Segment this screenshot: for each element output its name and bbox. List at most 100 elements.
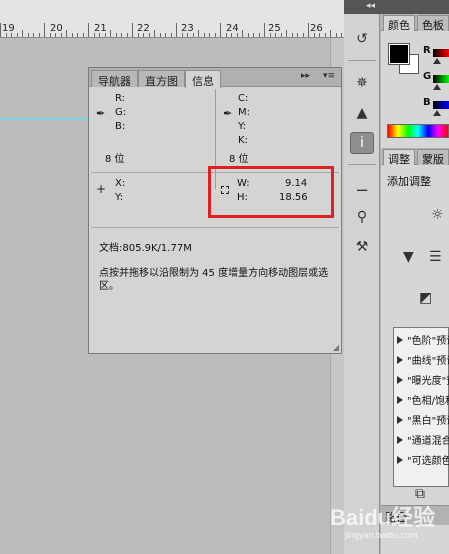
clone-source-icon[interactable]: ⚲ [350,206,374,228]
ruler-tick [0,23,1,37]
r-slider[interactable] [433,49,449,57]
tab-color[interactable]: 颜色 [383,15,415,32]
preset-label: "曝光度"预设 [407,376,449,387]
ruler-tick [99,33,100,37]
tab-swatches[interactable]: 色板 [417,15,449,32]
ruler-tick [44,23,45,37]
panel-menu-button[interactable]: ▾≡ [323,71,335,81]
ruler-tick [275,33,276,37]
ruler-tick [253,33,254,37]
ruler-tick [132,23,133,37]
panel-collapse-button[interactable]: ▸▸ [301,71,310,81]
g-slider[interactable] [433,75,449,83]
c-label: C: [238,93,249,104]
expand-triangle-icon [397,456,403,464]
ruler-tick [66,30,67,37]
brush-preset-icon[interactable]: ⚊ [350,176,374,198]
preset-label: "可选颜色"预设 [407,456,449,467]
r-slider-thumb[interactable] [433,58,441,64]
tab-info[interactable]: 信息 [185,70,221,88]
resize-grip-icon[interactable]: ◢ [333,343,339,352]
expand-triangle-icon [397,376,403,384]
ruler-tick [286,30,287,37]
k-label: K: [238,135,248,146]
expand-triangle-icon [397,416,403,424]
tool-preset-icon[interactable]: ⚒ [350,236,374,258]
dock-collapse-button[interactable]: ◂◂ [366,1,375,11]
ruler-tick [313,33,315,37]
ruler-tick [302,33,304,37]
list-item[interactable]: "可选颜色"预设 [394,448,449,468]
vibrance-icon[interactable]: ▼ [403,249,414,265]
list-item[interactable]: "曝光度"预设 [394,368,449,388]
expand-triangle-icon [397,356,403,364]
x-label: X: [115,178,126,189]
list-item[interactable]: "色相/饱和度"预设 [394,388,449,408]
ruler-tick [88,23,89,37]
ruler-tick [280,33,282,37]
gradient-map-icon[interactable]: ☰ [429,249,442,265]
list-item[interactable]: "色阶"预设 [394,328,449,348]
photo-filter-icon[interactable]: ◩ [419,290,432,306]
tool-hint-text: 点按并拖移以沿限制为 45 度增量方向移动图层或选区。 [99,268,329,292]
tab-navigator[interactable]: 导航器 [91,70,138,88]
brightness-contrast-icon[interactable]: ☼ [431,207,444,223]
color-spectrum-bar[interactable] [387,124,449,138]
history-icon[interactable]: ↺ [350,28,374,50]
document-size-status: 文档:805.9K/1.77M [99,243,192,254]
ruler-tick [181,33,183,37]
tab-histogram[interactable]: 直方图 [138,70,185,88]
right-panel-column: 颜色 色板 R G B 调整 蒙版 添加调整 ☼ ▼ ☰ ◩ "色阶"预设 "曲… [381,14,449,554]
ruler-tick [324,33,326,37]
ruler-tick [27,33,29,37]
histogram-icon[interactable]: ▲ [350,102,374,124]
ruler-tick [187,33,188,37]
info-icon[interactable]: i [350,132,374,154]
foreground-color-swatch[interactable] [388,43,410,65]
g-label: G: [115,107,127,118]
divider [91,227,339,228]
list-item[interactable]: "通道混合器"预设 [394,428,449,448]
ruler-tick [11,33,12,37]
ruler-tick [22,30,23,37]
guide-line[interactable] [0,118,90,120]
ruler-tick [291,33,293,37]
ruler-tick [176,23,177,37]
baidu-watermark-url: jingyan.baidu.com [345,530,418,540]
tab-masks[interactable]: 蒙版 [417,149,449,166]
ruler-tick [220,23,221,37]
dock-top-strip: ◂◂ [344,0,449,14]
g-slider-label: G [423,71,432,82]
ruler-tick [297,33,298,37]
divider [348,60,376,61]
ruler-tick [121,33,122,37]
ruler-tick [137,33,139,37]
navigator-icon[interactable]: ✵ [350,72,374,94]
ruler-tick [60,33,62,37]
ruler-tick [264,23,265,37]
ruler-tick [5,33,7,37]
r-slider-label: R [423,45,431,56]
ruler-tick [16,33,18,37]
g-slider-thumb[interactable] [433,84,441,90]
b-slider[interactable] [433,101,449,109]
bit-depth-left: 8 位 [105,154,125,165]
ruler-tick [104,33,106,37]
list-item[interactable]: "黑白"预设 [394,408,449,428]
b-slider-thumb[interactable] [433,110,441,116]
list-item[interactable]: "曲线"预设 [394,348,449,368]
expand-triangle-icon [397,436,403,444]
crosshair-icon: + [96,182,107,196]
tab-adjustments[interactable]: 调整 [383,149,415,166]
preset-label: "色相/饱和度"预设 [407,396,449,407]
ruler-tick [225,33,227,37]
info-panel-body: ✒ R: G: B: 8 位 ✒ C: M: Y: K: 8 位 + X: Y:… [89,87,341,354]
annotation-highlight-box [208,166,334,218]
ruler-tick [247,33,249,37]
ruler-tick [242,30,243,37]
bit-depth-right: 8 位 [229,154,249,165]
adjust-panel-tabbar: 调整 蒙版 [381,148,449,166]
r-label: R: [115,93,126,104]
ruler-tick [236,33,238,37]
ruler-label: 19 [2,23,15,34]
